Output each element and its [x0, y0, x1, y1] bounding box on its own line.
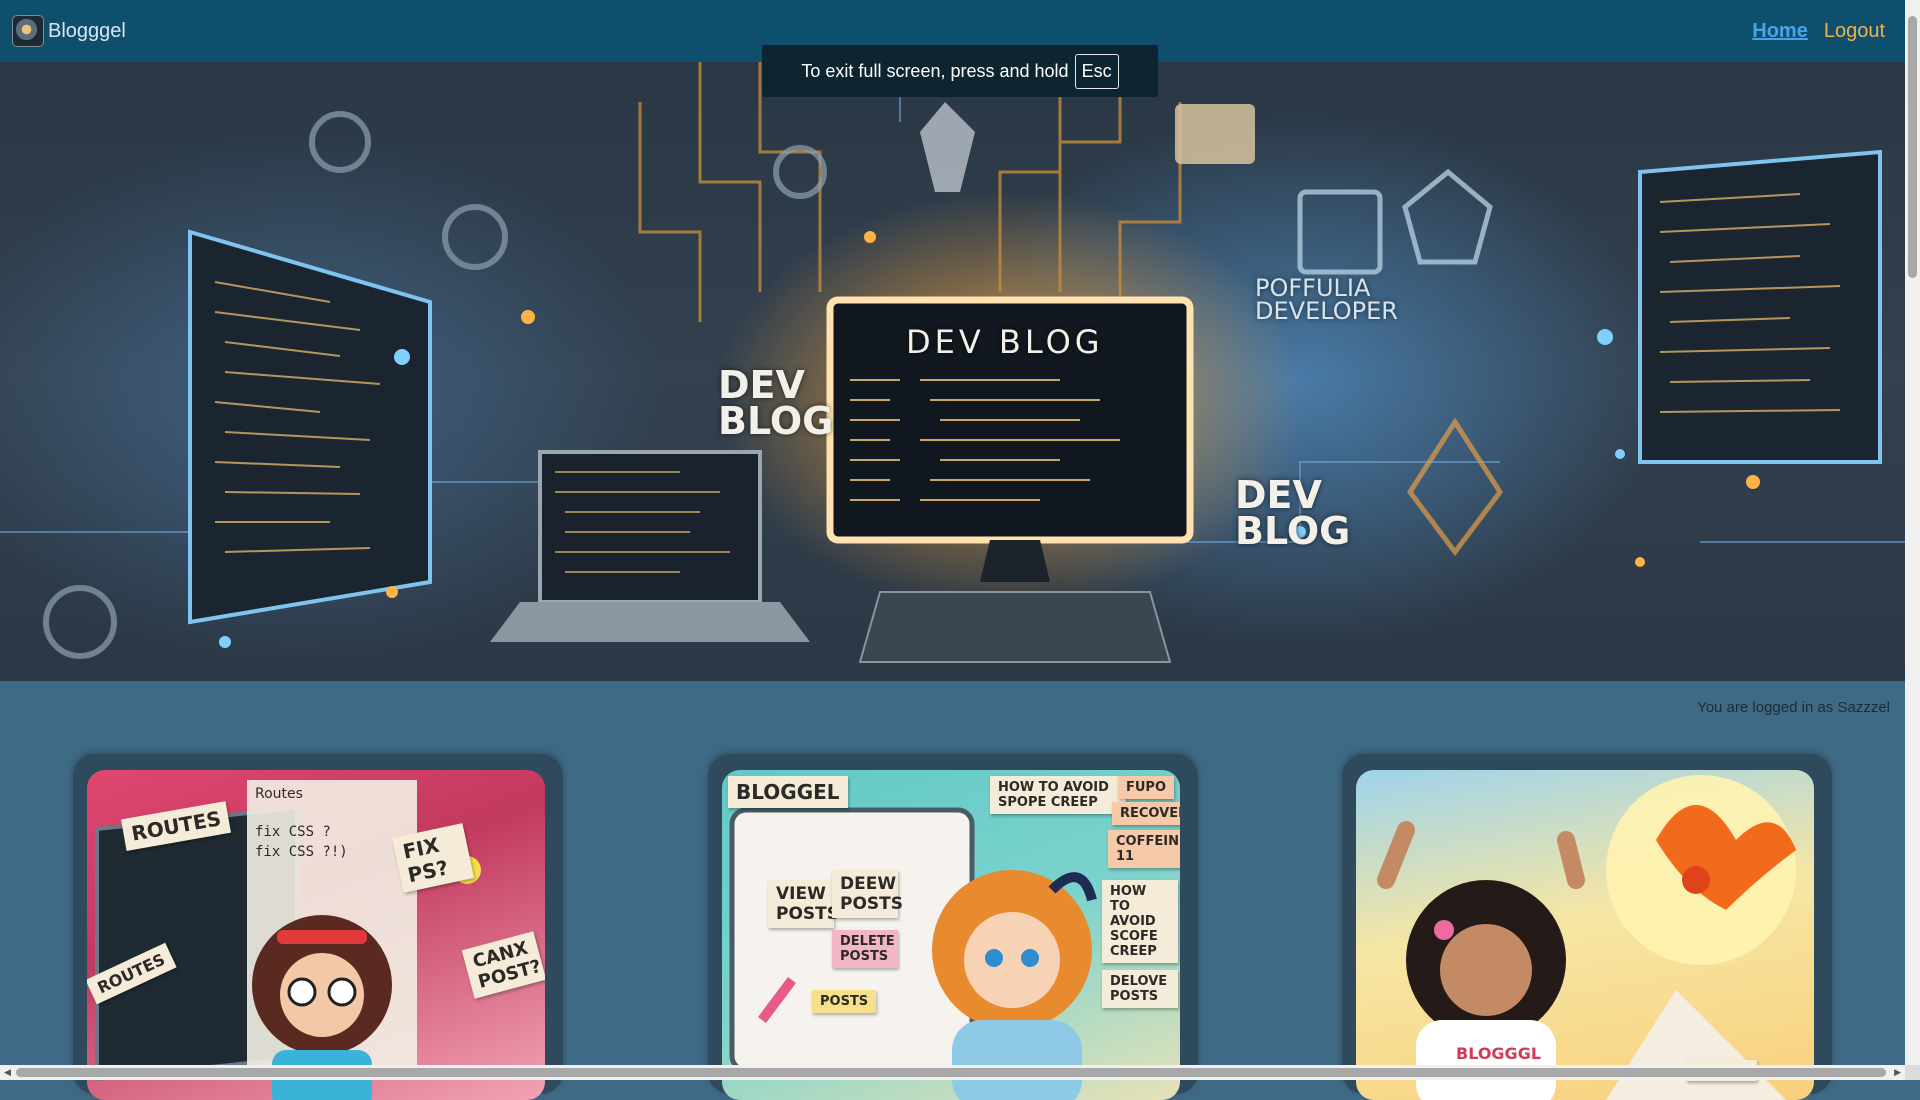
- card3-shirt-label: BLOGGGL: [1456, 1044, 1542, 1063]
- post-card-3[interactable]: BLOGGGL DELETED: [1342, 754, 1832, 1100]
- scroll-left-arrow-icon[interactable]: ◀: [4, 1067, 11, 1078]
- card2-bloggel-label: BLOGGEL: [728, 776, 848, 808]
- scrollbar-corner: [1905, 1065, 1920, 1080]
- horizontal-scroll-thumb[interactable]: [16, 1068, 1886, 1077]
- card2-posts-note: POSTS: [812, 990, 877, 1013]
- card2-coffeine-note: COFFEINE 11: [1108, 830, 1180, 868]
- nav-links: Home Logout: [1752, 20, 1885, 43]
- card1-routes-label: Routes: [255, 786, 303, 802]
- left-screen: [188, 229, 432, 625]
- card2-fupo-note: FUPO: [1118, 776, 1175, 799]
- vertical-scroll-thumb[interactable]: [1908, 16, 1917, 278]
- hero-developer-line2: DEVELOPER: [1255, 296, 1398, 325]
- nav-home-link[interactable]: Home: [1752, 20, 1808, 43]
- esc-key-indicator: Esc: [1074, 53, 1119, 89]
- post-card-3-illustration: [1377, 775, 1796, 1100]
- hero-banner: DEV BLOG DEV BLOG DEV BLOG POFFULIA DEVE…: [0, 62, 1905, 681]
- brand-logo-icon: [12, 15, 44, 47]
- fullscreen-exit-toast: To exit full screen, press and hold Esc: [762, 45, 1158, 97]
- laptop: [490, 450, 810, 642]
- brand-name: Blogggel: [48, 19, 126, 42]
- hero-left-title-line2: BLOG: [718, 399, 834, 444]
- card2-deew-posts-note: DEEW POSTS: [832, 870, 903, 918]
- hero-center-title: DEV BLOG: [906, 323, 1104, 361]
- card2-view-posts-note: VIEW POSTS: [768, 880, 839, 928]
- horizontal-scrollbar[interactable]: ◀ ▶: [0, 1065, 1905, 1080]
- hero-right-title-line1: DEV: [1235, 473, 1322, 517]
- post-card-2[interactable]: BLOGGEL HOW TO AVOID SPOPE CREEP FUPO RE…: [708, 754, 1198, 1100]
- card2-avoid2-note: HOW TO AVOID SCOFE CREEP: [1102, 880, 1178, 963]
- right-screen: [1638, 149, 1882, 464]
- post-card-1[interactable]: Routes fix CSS ? fix CSS ?!) ROUTES FIX …: [73, 754, 563, 1100]
- card2-recovery-note: RECOVERY: [1112, 802, 1180, 825]
- nav-logout-link[interactable]: Logout: [1824, 20, 1885, 43]
- login-status: You are logged in as Sazzzel: [1697, 699, 1890, 716]
- post-card-3-image[interactable]: BLOGGGL DELETED: [1356, 770, 1814, 1100]
- hero-right-title-line2: BLOG: [1235, 509, 1351, 554]
- hero-right-title: DEV BLOG: [1235, 473, 1351, 554]
- hero-developer-label: POFFULIA DEVELOPER: [1255, 276, 1398, 325]
- post-card-2-image[interactable]: BLOGGEL HOW TO AVOID SPOPE CREEP FUPO RE…: [722, 770, 1180, 1100]
- hero-left-title-line1: DEV: [718, 363, 805, 407]
- fullscreen-exit-text: To exit full screen, press and hold: [801, 60, 1069, 81]
- post-card-1-image[interactable]: Routes fix CSS ? fix CSS ?!) ROUTES FIX …: [87, 770, 545, 1100]
- brand[interactable]: Blogggel: [12, 15, 126, 47]
- card2-avoid-note: HOW TO AVOID SPOPE CREEP: [990, 776, 1126, 814]
- scroll-right-arrow-icon[interactable]: ▶: [1894, 1067, 1901, 1078]
- hero-left-title: DEV BLOG: [718, 363, 834, 444]
- hero-circuit-illustration: [0, 62, 1905, 663]
- vertical-scrollbar[interactable]: [1905, 0, 1920, 1065]
- card2-delete-posts-note: DELETE POSTS: [832, 930, 898, 968]
- card1-fixcss-2: fix CSS ?!): [255, 844, 348, 860]
- card2-delove-note: DELOVE POSTS: [1102, 970, 1178, 1008]
